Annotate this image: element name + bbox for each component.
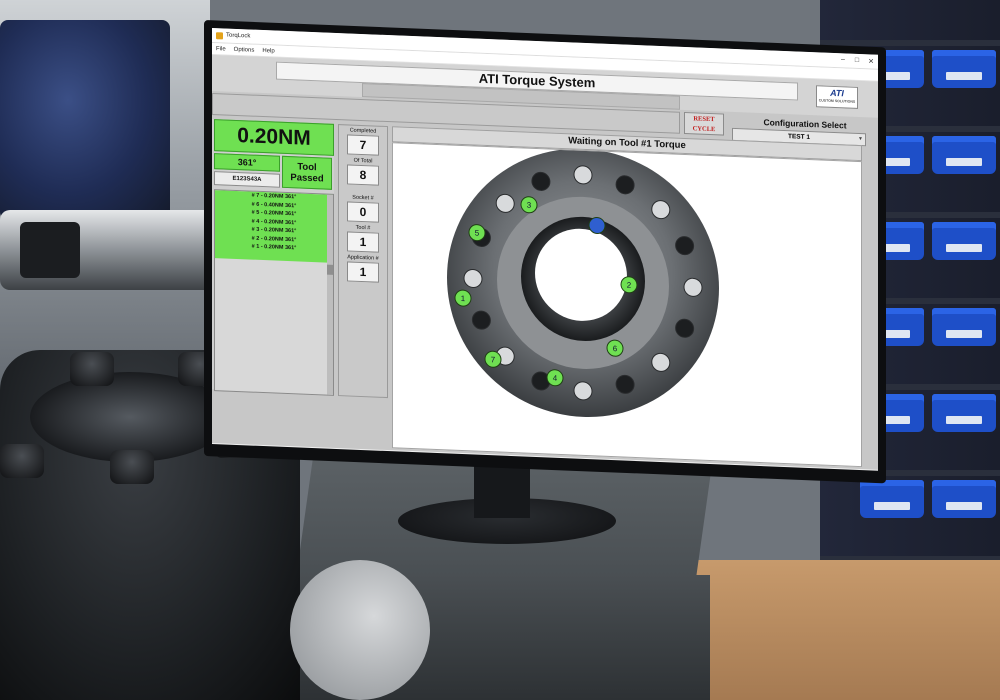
menu-help[interactable]: Help [262,48,274,54]
bolt-hole [675,318,695,338]
tool-status-line2: Passed [290,172,324,185]
flange-diagram: 1 2 3 4 5 6 7 [447,148,719,418]
bolt-marker-label: 2 [627,281,632,290]
app-icon [216,31,223,39]
config-select-value: TEST 1 [787,133,811,142]
chevron-down-icon: ▼ [858,135,863,143]
lug-nut [70,352,114,386]
torque-history-list[interactable]: # 7 - 0.20NM 361° # 6 - 0.40NM 361° # 5 - … [214,189,334,396]
window-title: TorqLock [226,32,251,40]
history-items: # 7 - 0.20NM 361° # 6 - 0.40NM 361° # 5 - … [215,190,333,263]
storage-bin [860,480,924,518]
storage-bin [932,136,996,174]
window-controls: – □ ✕ [836,56,878,66]
menu-file[interactable]: File [216,46,226,52]
bolt-marker-label: 5 [475,229,480,238]
reset-cycle-button[interactable]: RESET CYCLE [684,111,724,136]
part-image-panel: 1 2 3 4 5 6 7 [392,142,862,468]
history-scrollbar[interactable] [327,194,333,395]
tool-status-badge: Tool Passed [282,155,332,190]
history-scroll-thumb[interactable] [327,264,333,275]
reset-label-line2: CYCLE [692,125,716,134]
bolt-hole [573,381,593,401]
bolt-hole [495,193,515,213]
completed-value: 7 [347,134,379,156]
of-total-value: 8 [347,164,379,186]
serial-number: E123S43A [214,171,280,188]
bolt-marker-label: 7 [491,355,496,364]
maximize-button[interactable]: □ [850,57,864,66]
flange-plate [290,560,430,700]
background-machine [0,20,170,220]
storage-bin [932,222,996,260]
result-panel: 0.20NM 361° E123S43A Tool Passed # 7 - 0… [212,119,334,396]
bolt-marker-label: 6 [613,344,618,353]
bolt-hole [615,175,635,195]
counter-panel: Completed 7 Of Total 8 Socket # 0 Tool #… [338,124,388,399]
bolt-hole [471,310,491,330]
application-value: 1 [347,261,379,283]
bolt-hole [463,268,483,288]
storage-bin [932,50,996,88]
app-body: ATI Torque System ATI CUSTOM SOLUTIONS R… [212,55,878,470]
bolt-hole [675,236,695,256]
logo-text: ATI [830,87,844,99]
storage-bin [932,308,996,346]
storage-bin [932,480,996,518]
bolt-marker[interactable] [588,216,606,234]
lug-nut [0,444,44,478]
bolt-hole [573,165,593,185]
bolt-marker-label: 4 [553,374,558,383]
bolt-hole [531,171,551,191]
bolt-marker-label: 3 [527,201,532,210]
storage-bin [932,394,996,432]
bolt-hole [615,374,635,394]
logo-subtext: CUSTOM SOLUTIONS [818,98,856,104]
bolt-hole [683,277,703,297]
menu-options[interactable]: Options [234,46,255,53]
ati-logo: ATI CUSTOM SOLUTIONS [816,85,858,109]
minimize-button[interactable]: – [836,56,850,65]
bolt-hole [651,200,671,220]
bolt-hole [651,352,671,372]
torque-readout: 0.20NM [214,119,334,156]
close-button[interactable]: ✕ [864,57,878,66]
monitor-screen: TorqLock – □ ✕ File Options Help ATI Tor… [212,28,878,471]
socket-value: 0 [347,201,379,223]
torque-tool-grip [20,222,80,278]
lug-nut [110,450,154,484]
bolt-marker-label: 1 [461,294,466,303]
tool-number-value: 1 [347,231,379,253]
angle-readout: 361° [214,153,280,172]
